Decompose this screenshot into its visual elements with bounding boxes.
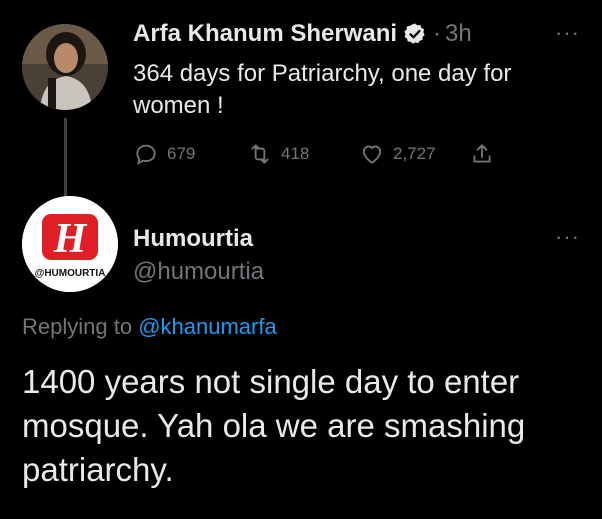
avatar-humourtia[interactable]: H @HUMOURTIA xyxy=(22,196,118,292)
retweet-button[interactable]: 418 xyxy=(247,141,359,167)
author-handle[interactable]: @humourtia xyxy=(133,258,264,286)
logo-caption: @HUMOURTIA xyxy=(35,268,106,279)
heart-icon xyxy=(362,145,382,164)
separator-dot: · xyxy=(433,20,442,47)
reply-icon xyxy=(136,144,156,166)
replying-to: Replying to @khanumarfa xyxy=(22,314,277,340)
avatar-arfa[interactable] xyxy=(22,24,108,110)
mention-link[interactable]: @khanumarfa xyxy=(138,314,277,339)
thread-connector-line xyxy=(64,118,67,200)
verified-badge-icon xyxy=(404,23,425,44)
retweet-count: 418 xyxy=(281,144,310,163)
tweet-actions: 679 418 2,727 xyxy=(133,140,495,168)
avatar-photo xyxy=(22,24,108,110)
reply-button[interactable]: 679 xyxy=(133,141,247,167)
share-icon xyxy=(473,144,491,163)
share-button[interactable] xyxy=(469,141,495,167)
author-name[interactable]: Humourtia xyxy=(133,225,253,253)
tweet-text: 364 days for Patriarchy, one day for wom… xyxy=(133,60,512,119)
like-count: 2,727 xyxy=(393,144,436,163)
logo-letter: H xyxy=(53,216,88,262)
author-name[interactable]: Arfa Khanum Sherwani xyxy=(133,20,397,48)
humourtia-logo: H @HUMOURTIA xyxy=(22,196,118,292)
more-options-icon[interactable]: ··· xyxy=(555,22,580,44)
tweet-time[interactable]: 3h xyxy=(445,20,472,48)
more-options-icon[interactable]: ··· xyxy=(555,226,580,248)
tweet-text: 1400 years not single day to enter mosqu… xyxy=(22,363,526,488)
replying-prefix: Replying to xyxy=(22,314,133,339)
tweet-author-row: Arfa Khanum Sherwani · 3h xyxy=(133,20,472,48)
like-button[interactable]: 2,727 xyxy=(359,141,469,167)
reply-count: 679 xyxy=(167,144,196,163)
retweet-icon xyxy=(251,144,269,164)
